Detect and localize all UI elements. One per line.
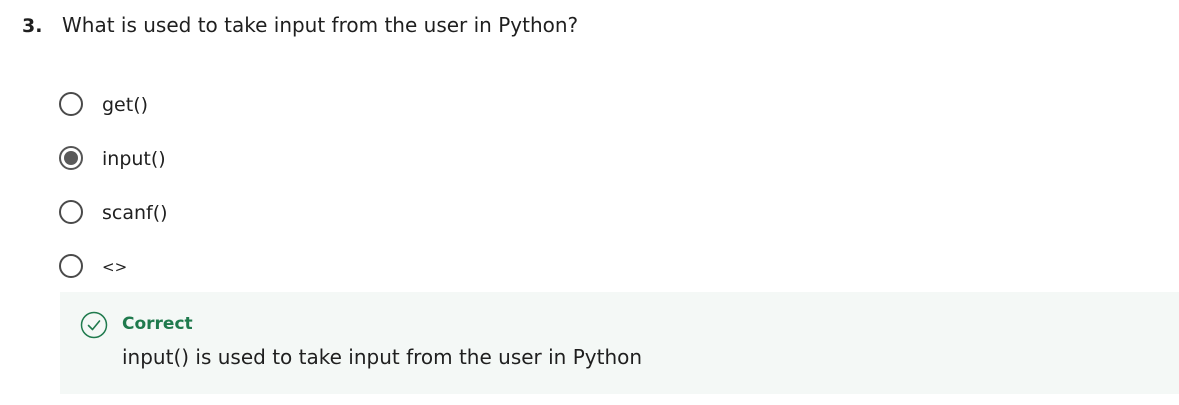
option-label: scanf() bbox=[102, 202, 168, 224]
feedback-explanation: input() is used to take input from the u… bbox=[122, 345, 643, 369]
check-circle-icon bbox=[80, 311, 108, 339]
option-label: input() bbox=[102, 148, 166, 170]
option-scanf[interactable]: scanf() bbox=[59, 186, 168, 240]
radio-button[interactable] bbox=[59, 254, 83, 278]
radio-button[interactable] bbox=[59, 92, 83, 116]
option-label: get() bbox=[102, 94, 149, 116]
radio-button-selected[interactable] bbox=[59, 146, 83, 170]
option-input[interactable]: input() bbox=[59, 132, 168, 186]
feedback-status: Correct bbox=[122, 314, 193, 334]
question-header: 3. What is used to take input from the u… bbox=[22, 13, 578, 37]
question-number: 3. bbox=[22, 15, 43, 37]
option-angle-brackets[interactable]: <> bbox=[59, 240, 168, 294]
option-label: <> bbox=[102, 258, 128, 276]
radio-button[interactable] bbox=[59, 200, 83, 224]
answer-options: get() input() scanf() <> bbox=[59, 78, 168, 294]
question-text: What is used to take input from the user… bbox=[62, 13, 579, 37]
option-get[interactable]: get() bbox=[59, 78, 168, 132]
feedback-panel: Correct input() is used to take input fr… bbox=[60, 292, 1179, 394]
